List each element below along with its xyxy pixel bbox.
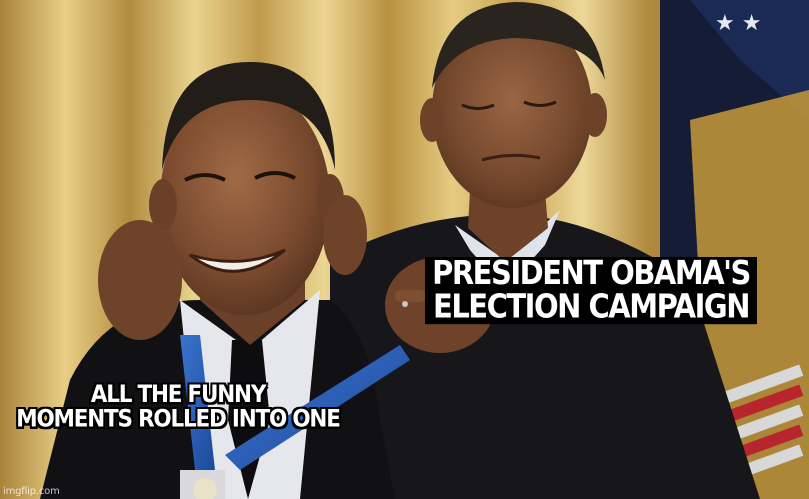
caption-presenter-line1: PRESIDENT OBAMA'S: [432, 253, 751, 292]
imgflip-watermark: imgflip.com: [3, 486, 60, 497]
caption-recipient-line2: MOMENTS ROLLED INTO ONE: [16, 405, 341, 434]
meme-image: ★ ★ PRESIDENT OBAMA'S ELECTION CAMPAIGN …: [0, 0, 809, 499]
caption-recipient: ALL THE FUNNY MOMENTS ROLLED INTO ONE: [4, 383, 352, 432]
caption-presenter-line2: ELECTION CAMPAIGN: [433, 286, 750, 325]
caption-presenter: PRESIDENT OBAMA'S ELECTION CAMPAIGN: [425, 253, 757, 325]
svg-text:★ ★: ★ ★: [715, 11, 761, 36]
caption-recipient-line1: ALL THE FUNNY: [90, 380, 267, 409]
